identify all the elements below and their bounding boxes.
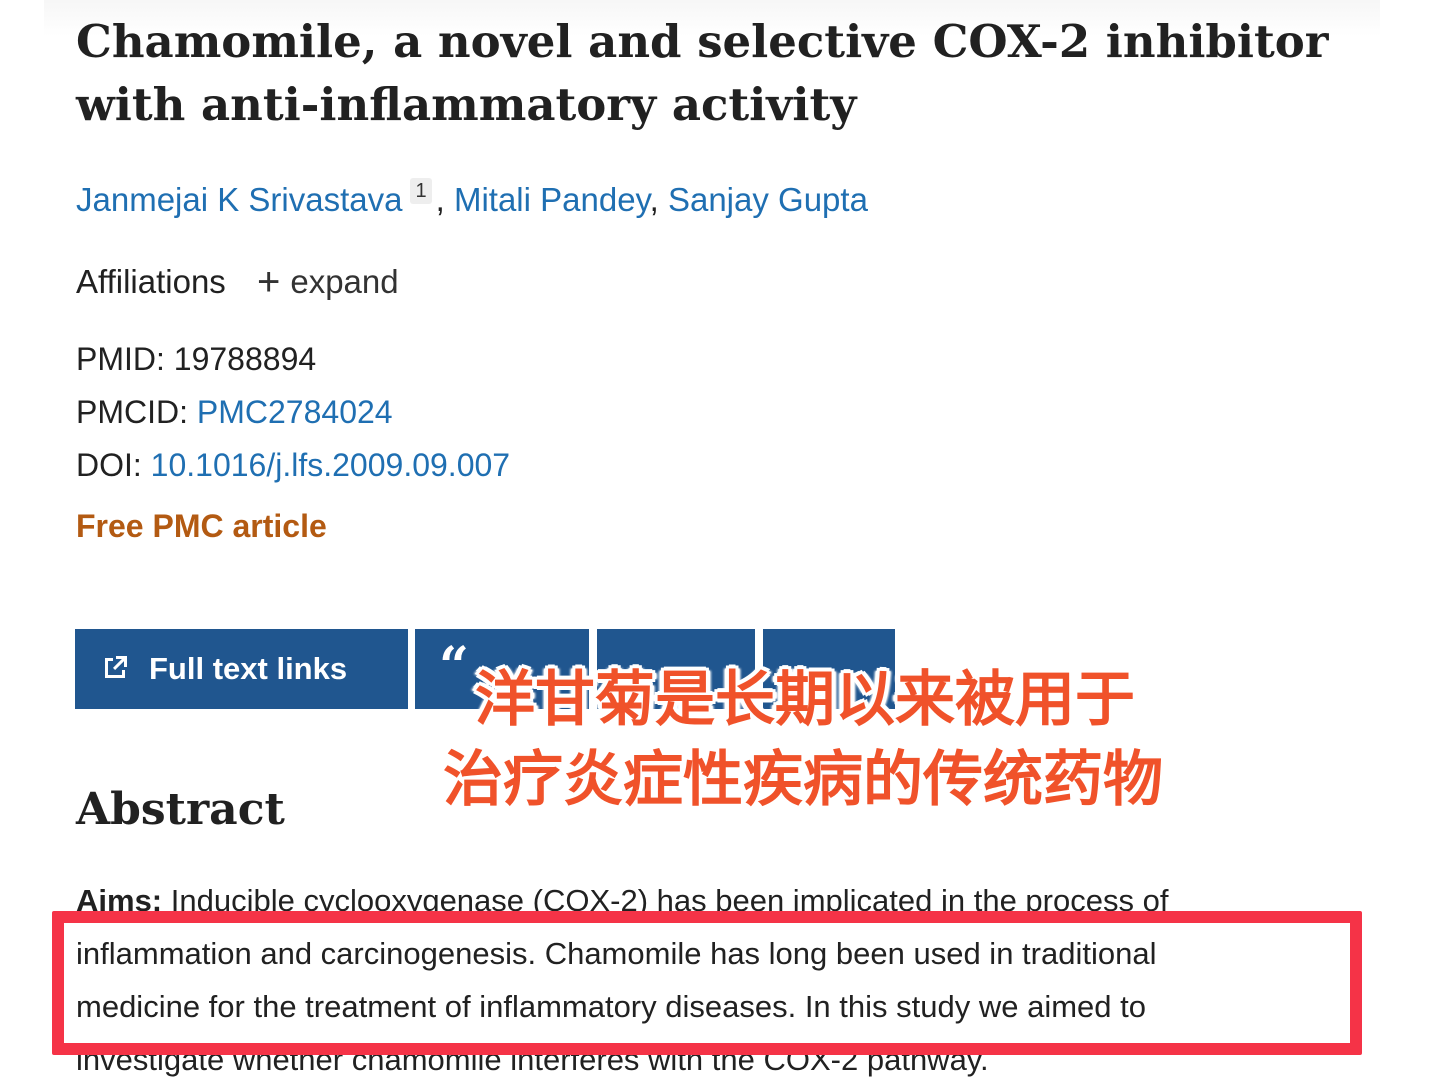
pmcid-label: PMCID: bbox=[76, 394, 197, 430]
expand-label: expand bbox=[290, 263, 399, 300]
pmid-row: PMID: 19788894 bbox=[76, 338, 316, 380]
full-text-links-button[interactable]: Full text links bbox=[75, 629, 408, 709]
overlay-caption-line-2: 治疗炎症性疾病的传统药物 bbox=[443, 745, 1163, 815]
affiliation-ref-badge[interactable]: 1 bbox=[410, 178, 432, 204]
author-separator: , bbox=[649, 181, 668, 218]
pmcid-link[interactable]: PMC2784024 bbox=[197, 394, 393, 430]
free-pmc-article-badge[interactable]: Free PMC article bbox=[76, 505, 327, 547]
article-title: Chamomile, a novel and selective COX-2 i… bbox=[76, 15, 1329, 131]
overlay-caption: 洋甘菊是长期以来被用于 治疗炎症性疾病的传统药物 bbox=[443, 660, 1243, 820]
doi-link[interactable]: 10.1016/j.lfs.2009.09.007 bbox=[151, 447, 510, 483]
author-link-gupta[interactable]: Sanjay Gupta bbox=[668, 181, 868, 218]
overlay-caption-line-1: 洋甘菊是长期以来被用于 bbox=[475, 665, 1135, 735]
pmid-value: 19788894 bbox=[173, 341, 317, 377]
author-list: Janmejai K Srivastava 1, Mitali Pandey, S… bbox=[76, 178, 868, 222]
full-text-links-label: Full text links bbox=[149, 651, 348, 686]
abstract-heading: Abstract bbox=[76, 784, 285, 835]
author-link-srivastava[interactable]: Janmejai K Srivastava bbox=[76, 181, 402, 218]
affiliations-row: Affiliations + expand bbox=[76, 258, 399, 304]
doi-label: DOI: bbox=[76, 447, 151, 483]
affiliations-expand-button[interactable]: + expand bbox=[257, 260, 399, 304]
plus-icon: + bbox=[256, 260, 281, 304]
affiliations-label: Affiliations bbox=[76, 263, 226, 300]
article-page: Chamomile, a novel and selective COX-2 i… bbox=[0, 0, 1440, 1080]
doi-row: DOI: 10.1016/j.lfs.2009.09.007 bbox=[76, 444, 510, 486]
author-separator: , bbox=[435, 181, 454, 218]
pmid-label: PMID: bbox=[76, 341, 174, 377]
highlight-annotation-box bbox=[52, 911, 1362, 1055]
author-link-pandey[interactable]: Mitali Pandey bbox=[454, 181, 650, 218]
external-link-icon bbox=[101, 652, 131, 687]
pmcid-row: PMCID: PMC2784024 bbox=[76, 391, 393, 433]
